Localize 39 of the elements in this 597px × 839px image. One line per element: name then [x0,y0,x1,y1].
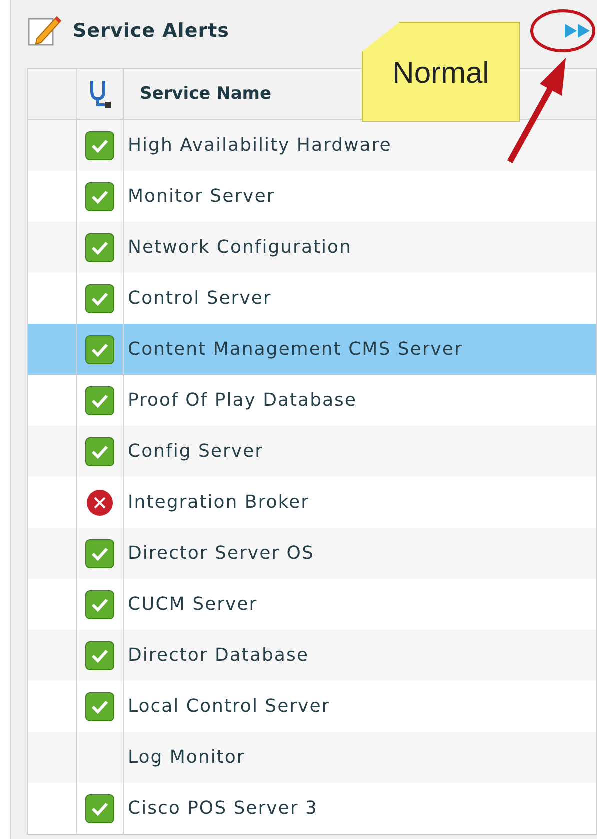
column-header[interactable]: Service Name [140,84,272,104]
service-name: Proof Of Play Database [128,390,357,411]
service-name: Config Server [128,441,264,462]
service-name: CUCM Server [128,594,258,615]
service-name: Cisco POS Server 3 [128,798,318,819]
service-name: Network Configuration [128,237,352,258]
service-name: High Availability Hardware [128,135,392,156]
check-icon [85,130,115,160]
highlight-ellipse [529,8,597,54]
service-name: Director Database [128,645,309,666]
error-icon [85,488,115,518]
table-row[interactable]: Director Server OS [28,528,596,579]
check-icon [85,590,115,620]
check-icon [85,640,115,670]
service-name: Local Control Server [128,696,330,717]
service-name: Content Management CMS Server [128,339,463,360]
check-icon [85,386,115,416]
table-row[interactable]: Config Server [28,426,596,477]
table-row[interactable]: Director Database [28,630,596,681]
service-name: Director Server OS [128,543,314,564]
check-icon [85,538,115,568]
stethoscope-icon [88,79,112,109]
service-name: Monitor Server [128,186,276,207]
check-icon [85,284,115,314]
check-icon [85,182,115,212]
service-name: Log Monitor [128,747,246,768]
service-name: Integration Broker [128,492,310,513]
check-icon [85,692,115,722]
check-icon [85,334,115,364]
table-row[interactable]: Content Management CMS Server [28,324,596,375]
table-row[interactable]: High Availability Hardware [28,120,596,171]
callout-text: Normal [392,57,490,91]
check-icon [85,436,115,466]
service-name: Control Server [128,288,272,309]
check-icon [85,794,115,824]
table-row[interactable]: Log Monitor [28,732,596,783]
check-icon [85,232,115,262]
table-row[interactable]: Network Configuration [28,222,596,273]
panel-title: Service Alerts [73,20,230,42]
